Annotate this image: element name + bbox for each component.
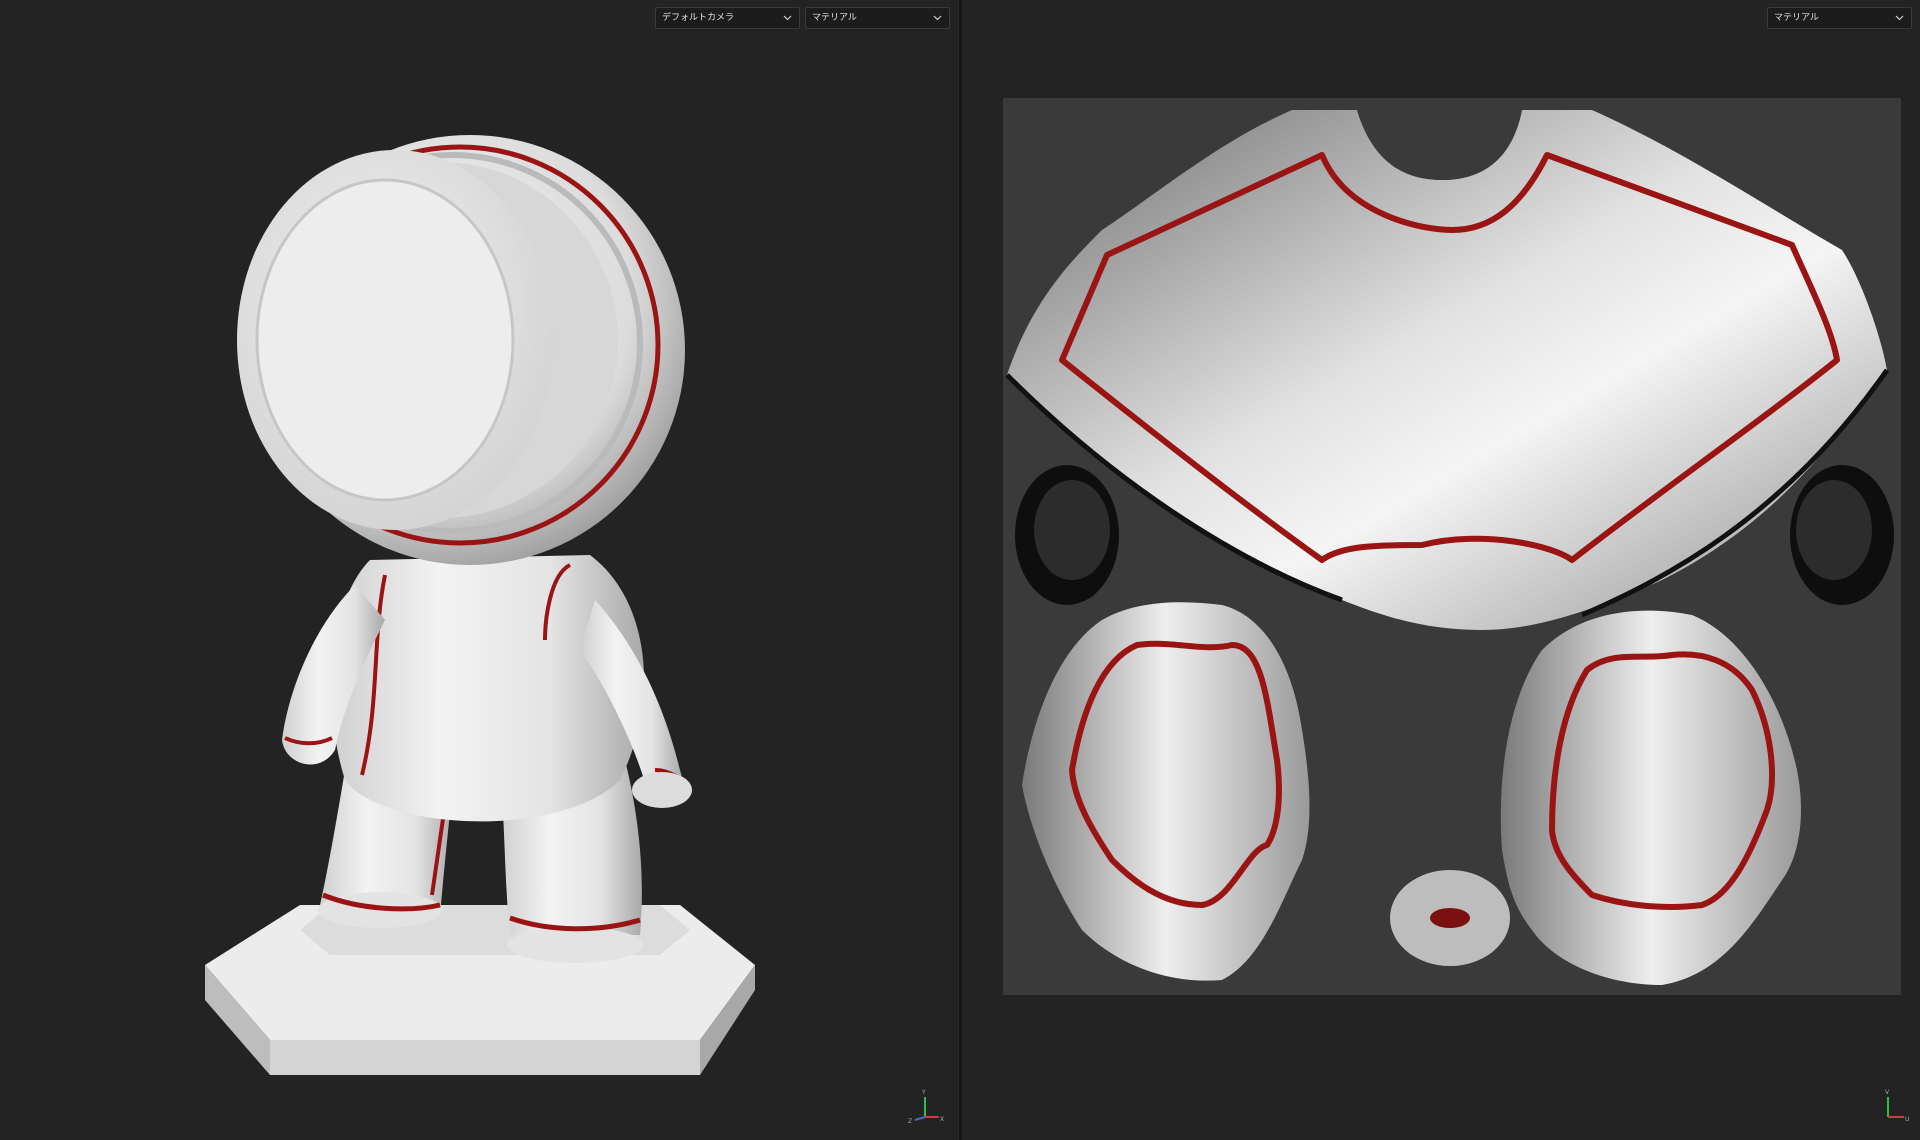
axis-z-label: Z: [908, 1118, 912, 1125]
axis-y-label: Y: [921, 1089, 926, 1096]
axis-v-label: V: [1885, 1089, 1890, 1096]
head: [237, 135, 685, 565]
pedestal-base: [205, 905, 755, 1075]
mannequin-model: [205, 135, 755, 1075]
viewport-uv[interactable]: マテリアル V U: [962, 0, 1920, 1140]
axis-u-label: U: [1905, 1116, 1909, 1123]
uv-axis-gizmo: V U: [1885, 1089, 1909, 1123]
viewport-3d[interactable]: デフォルトカメラ マテリアル Y X Z: [0, 0, 958, 1140]
axis-x-label: X: [940, 1116, 944, 1123]
uv-layout: [1003, 98, 1901, 995]
torso: [331, 555, 644, 822]
app-window: デフォルトカメラ マテリアル Y X Z マテリアル V U: [0, 0, 1920, 1140]
uv-shell-neck: [1390, 870, 1510, 966]
axis-gizmo: Y X Z: [908, 1089, 944, 1125]
